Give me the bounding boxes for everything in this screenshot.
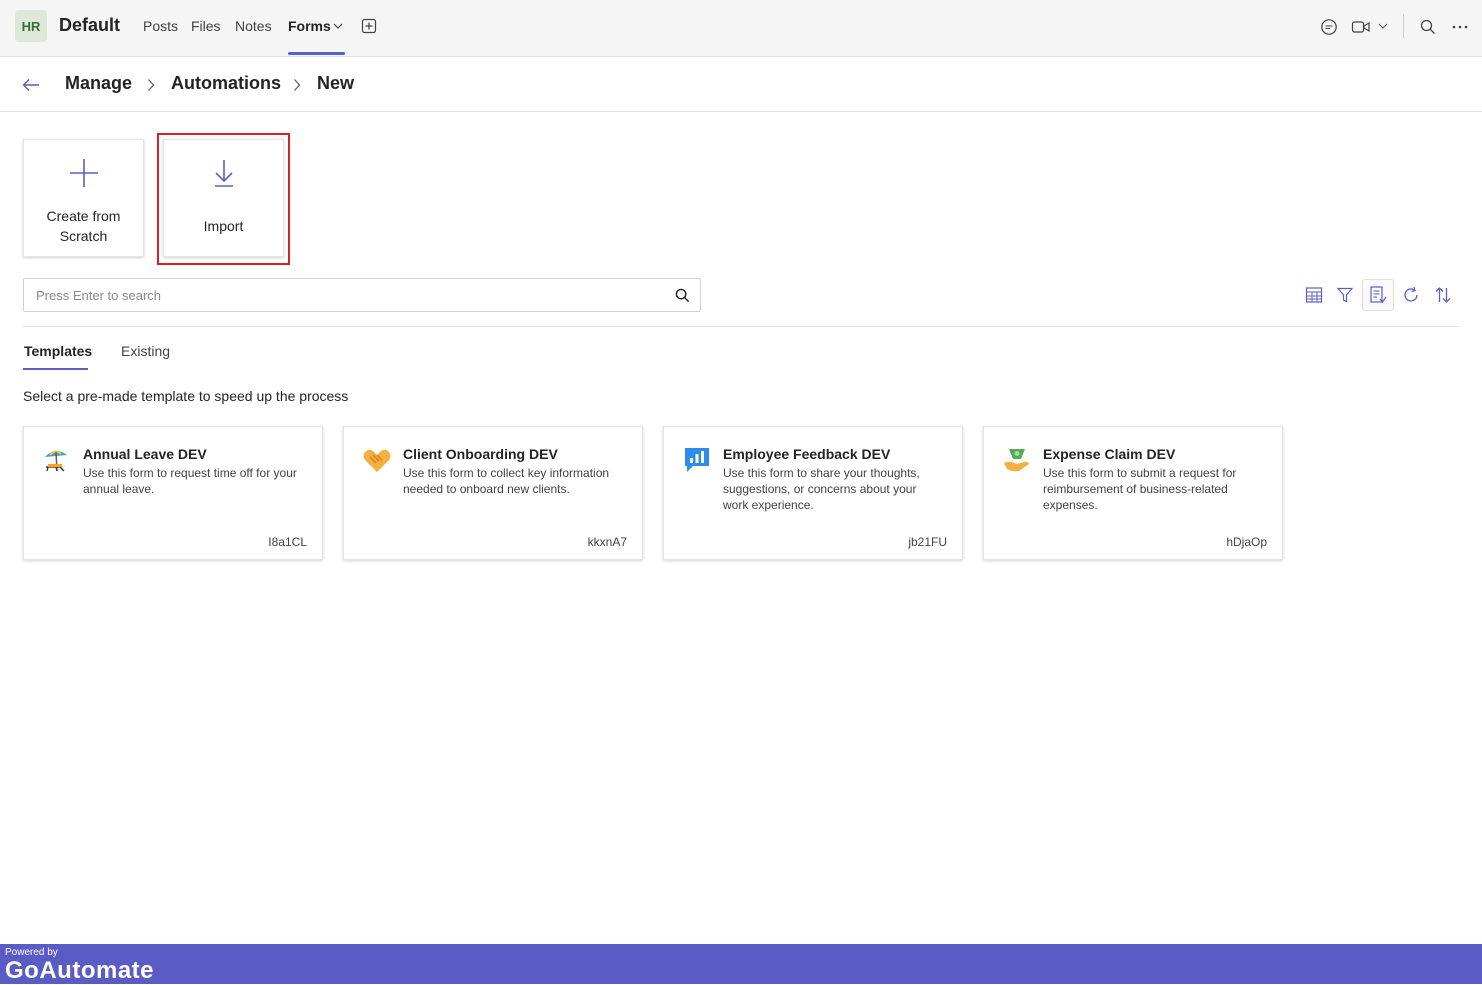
breadcrumb-automations[interactable]: Automations bbox=[171, 73, 281, 94]
app-header: HR Default Posts Files Notes Forms bbox=[0, 0, 1482, 57]
filter-icon[interactable] bbox=[1330, 280, 1360, 310]
template-title: Expense Claim DEV bbox=[1043, 446, 1176, 462]
import-highlight-box bbox=[157, 133, 290, 265]
video-icon[interactable] bbox=[1350, 16, 1372, 38]
template-card[interactable]: Employee Feedback DEV Use this form to s… bbox=[663, 426, 963, 560]
search-icon[interactable] bbox=[674, 287, 690, 303]
table-icon[interactable] bbox=[1299, 280, 1329, 310]
form-list-icon[interactable] bbox=[1362, 279, 1394, 311]
search-icon[interactable] bbox=[1417, 16, 1439, 38]
template-card[interactable]: Annual Leave DEV Use this form to reques… bbox=[23, 426, 323, 560]
active-subtab-indicator bbox=[23, 368, 88, 370]
plus-icon bbox=[68, 157, 100, 189]
template-title: Client Onboarding DEV bbox=[403, 446, 558, 462]
chevron-right-icon bbox=[145, 77, 157, 93]
video-chevron-down-icon[interactable] bbox=[1377, 20, 1389, 32]
template-description: Use this form to share your thoughts, su… bbox=[723, 466, 920, 512]
template-title: Employee Feedback DEV bbox=[723, 446, 891, 462]
template-description: Use this form to request time off for yo… bbox=[83, 466, 297, 496]
template-title: Annual Leave DEV bbox=[83, 446, 207, 462]
footer-bar: Powered by GoAutomate bbox=[0, 944, 1482, 984]
chevron-right-icon bbox=[291, 77, 303, 93]
tab-forms[interactable]: Forms bbox=[288, 18, 331, 34]
search-placeholder: Press Enter to search bbox=[36, 288, 161, 303]
more-icon[interactable] bbox=[1449, 16, 1471, 38]
tab-posts[interactable]: Posts bbox=[143, 18, 178, 34]
breadcrumb-manage[interactable]: Manage bbox=[65, 73, 132, 94]
template-code: I8a1CL bbox=[268, 535, 307, 549]
template-code: hDjaOp bbox=[1226, 535, 1267, 549]
template-description: Use this form to collect key information… bbox=[403, 466, 610, 496]
active-tab-indicator bbox=[288, 52, 345, 55]
search-input[interactable]: Press Enter to search bbox=[23, 278, 701, 312]
breadcrumb: Manage Automations New bbox=[0, 57, 1482, 112]
team-avatar[interactable]: HR bbox=[15, 10, 47, 42]
breadcrumb-new: New bbox=[317, 73, 355, 93]
tab-templates[interactable]: Templates bbox=[24, 343, 92, 359]
chat-icon[interactable] bbox=[1318, 16, 1340, 38]
template-code: jb21FU bbox=[908, 535, 947, 549]
back-arrow-icon[interactable] bbox=[20, 74, 42, 96]
chevron-down-icon[interactable] bbox=[331, 19, 345, 33]
template-card[interactable]: Client Onboarding DEV Use this form to c… bbox=[343, 426, 643, 560]
template-card[interactable]: Expense Claim DEV Use this form to submi… bbox=[983, 426, 1283, 560]
template-code: kkxnA7 bbox=[587, 535, 627, 549]
feedback-chart-icon bbox=[682, 445, 712, 475]
brand-logo[interactable]: GoAutomate bbox=[5, 957, 154, 985]
template-description: Use this form to submit a request for re… bbox=[1043, 466, 1237, 512]
header-divider bbox=[1403, 14, 1404, 38]
money-hand-icon bbox=[1002, 445, 1032, 475]
create-from-scratch-label: Create from Scratch bbox=[46, 208, 121, 244]
tab-existing[interactable]: Existing bbox=[121, 343, 170, 359]
sort-icon[interactable] bbox=[1428, 280, 1458, 310]
tab-files[interactable]: Files bbox=[191, 18, 221, 34]
section-divider bbox=[23, 326, 1459, 327]
team-name: Default bbox=[59, 15, 121, 35]
create-from-scratch-button[interactable]: Create from Scratch bbox=[23, 139, 144, 257]
beach-umbrella-icon bbox=[42, 445, 72, 475]
refresh-icon[interactable] bbox=[1396, 280, 1426, 310]
add-tab-icon[interactable] bbox=[360, 17, 378, 35]
tab-notes[interactable]: Notes bbox=[235, 18, 272, 34]
template-hint: Select a pre-made template to speed up t… bbox=[23, 388, 349, 404]
handshake-icon bbox=[362, 445, 392, 475]
